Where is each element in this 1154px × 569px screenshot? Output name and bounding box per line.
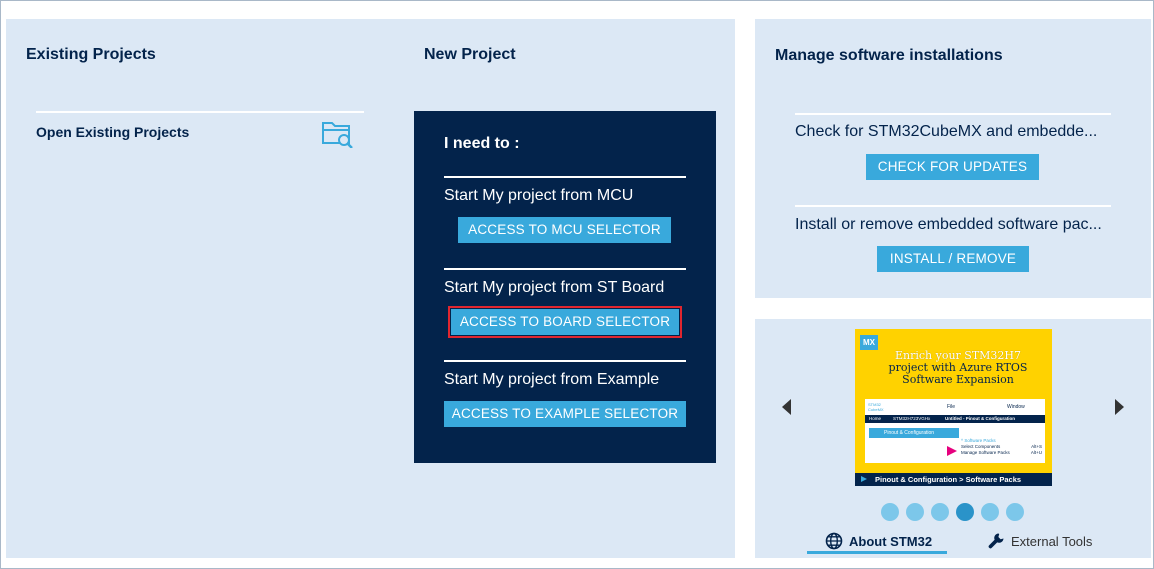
- carousel-pagination: [881, 503, 1026, 521]
- manage-installations-panel: Manage software installations Check for …: [755, 19, 1151, 298]
- shot-breadcrumb: Home STM32H723VGHx Untitled - Pinout & C…: [865, 415, 1045, 423]
- wrench-icon: [988, 533, 1004, 549]
- banner-title: Enrich your STM32H7 project with Azure R…: [873, 350, 1043, 386]
- install-remove-text: Install or remove embedded software pac.…: [795, 216, 1102, 233]
- shot-pinout-tab: Pinout & Configuration: [869, 428, 959, 438]
- home-window: Existing Projects New Project Open Exist…: [0, 0, 1154, 569]
- tab-external-tools-label: External Tools: [1011, 534, 1093, 549]
- pointer-arrow-icon: [947, 446, 957, 456]
- carousel-dot[interactable]: [906, 503, 924, 521]
- shot-select: Select Components: [961, 444, 1001, 449]
- shot-dropdown: ^ Software Packs Select Components Alt+S…: [961, 438, 1045, 458]
- tab-about-label: About STM32: [849, 534, 933, 549]
- shot-window-menu: Window: [1007, 404, 1025, 410]
- projects-panel: Existing Projects New Project Open Exist…: [6, 19, 735, 558]
- folder-search-icon[interactable]: [321, 118, 355, 148]
- shot-device: STM32H723VGHx: [893, 416, 931, 421]
- access-mcu-selector-button[interactable]: ACCESS TO MCU SELECTOR: [458, 217, 671, 243]
- tab-external-tools[interactable]: External Tools: [969, 532, 1109, 554]
- open-existing-projects-link[interactable]: Open Existing Projects: [36, 124, 189, 140]
- shot-tab: Untitled - Pinout & Configuration: [945, 416, 1015, 421]
- divider: [444, 360, 686, 362]
- board-option-label: Start My project from ST Board: [444, 279, 665, 296]
- new-project-heading: New Project: [424, 46, 516, 63]
- shot-manage: Manage Software Packs: [961, 450, 1010, 455]
- news-carousel-panel: MX Enrich your STM32H7 project with Azur…: [755, 319, 1151, 558]
- shot-file-menu: File: [947, 404, 956, 410]
- carousel-dot[interactable]: [1006, 503, 1024, 521]
- carousel-next-arrow-icon[interactable]: [1115, 399, 1124, 415]
- mx-logo: MX: [860, 335, 878, 350]
- carousel-dot[interactable]: [981, 503, 999, 521]
- access-board-selector-button[interactable]: ACCESS TO BOARD SELECTOR: [448, 306, 682, 338]
- access-example-selector-button[interactable]: ACCESS TO EXAMPLE SELECTOR: [444, 401, 686, 427]
- mcu-option-label: Start My project from MCU: [444, 187, 634, 204]
- carousel-dot[interactable]: [881, 503, 899, 521]
- banner-title-line3: Software Expansion: [902, 373, 1014, 386]
- example-option-label: Start My project from Example: [444, 371, 660, 388]
- divider: [444, 268, 686, 270]
- banner-screenshot: STM32 CubeMX File Window Home STM32H723V…: [865, 399, 1045, 463]
- carousel-prev-arrow-icon[interactable]: [782, 399, 791, 415]
- shot-logo: STM32 CubeMX: [868, 402, 884, 412]
- existing-projects-divider: [36, 111, 364, 113]
- carousel-dot[interactable]: [956, 503, 974, 521]
- banner-caption: Pinout & Configuration > Software Packs: [855, 473, 1052, 486]
- shot-manage-row: Manage Software Packs Alt+U: [961, 450, 1045, 456]
- check-updates-text: Check for STM32CubeMX and embedde...: [795, 123, 1098, 140]
- carousel-dot[interactable]: [931, 503, 949, 521]
- divider: [795, 205, 1111, 207]
- divider: [795, 113, 1111, 115]
- new-project-box: I need to : Start My project from MCU AC…: [414, 111, 716, 463]
- shot-manage-key: Alt+U: [1030, 450, 1042, 455]
- i-need-to-label: I need to :: [444, 135, 520, 152]
- manage-heading: Manage software installations: [775, 47, 1003, 64]
- tab-about-stm32[interactable]: About STM32: [807, 532, 947, 554]
- existing-projects-heading: Existing Projects: [26, 46, 156, 63]
- shot-home: Home: [869, 416, 882, 421]
- check-for-updates-button[interactable]: CHECK FOR UPDATES: [866, 154, 1039, 180]
- divider: [444, 176, 686, 178]
- install-remove-button[interactable]: INSTALL / REMOVE: [877, 246, 1029, 272]
- carousel-banner[interactable]: MX Enrich your STM32H7 project with Azur…: [855, 329, 1052, 486]
- shot-menubar: STM32 CubeMX File Window: [865, 399, 1045, 415]
- globe-icon: [825, 532, 843, 550]
